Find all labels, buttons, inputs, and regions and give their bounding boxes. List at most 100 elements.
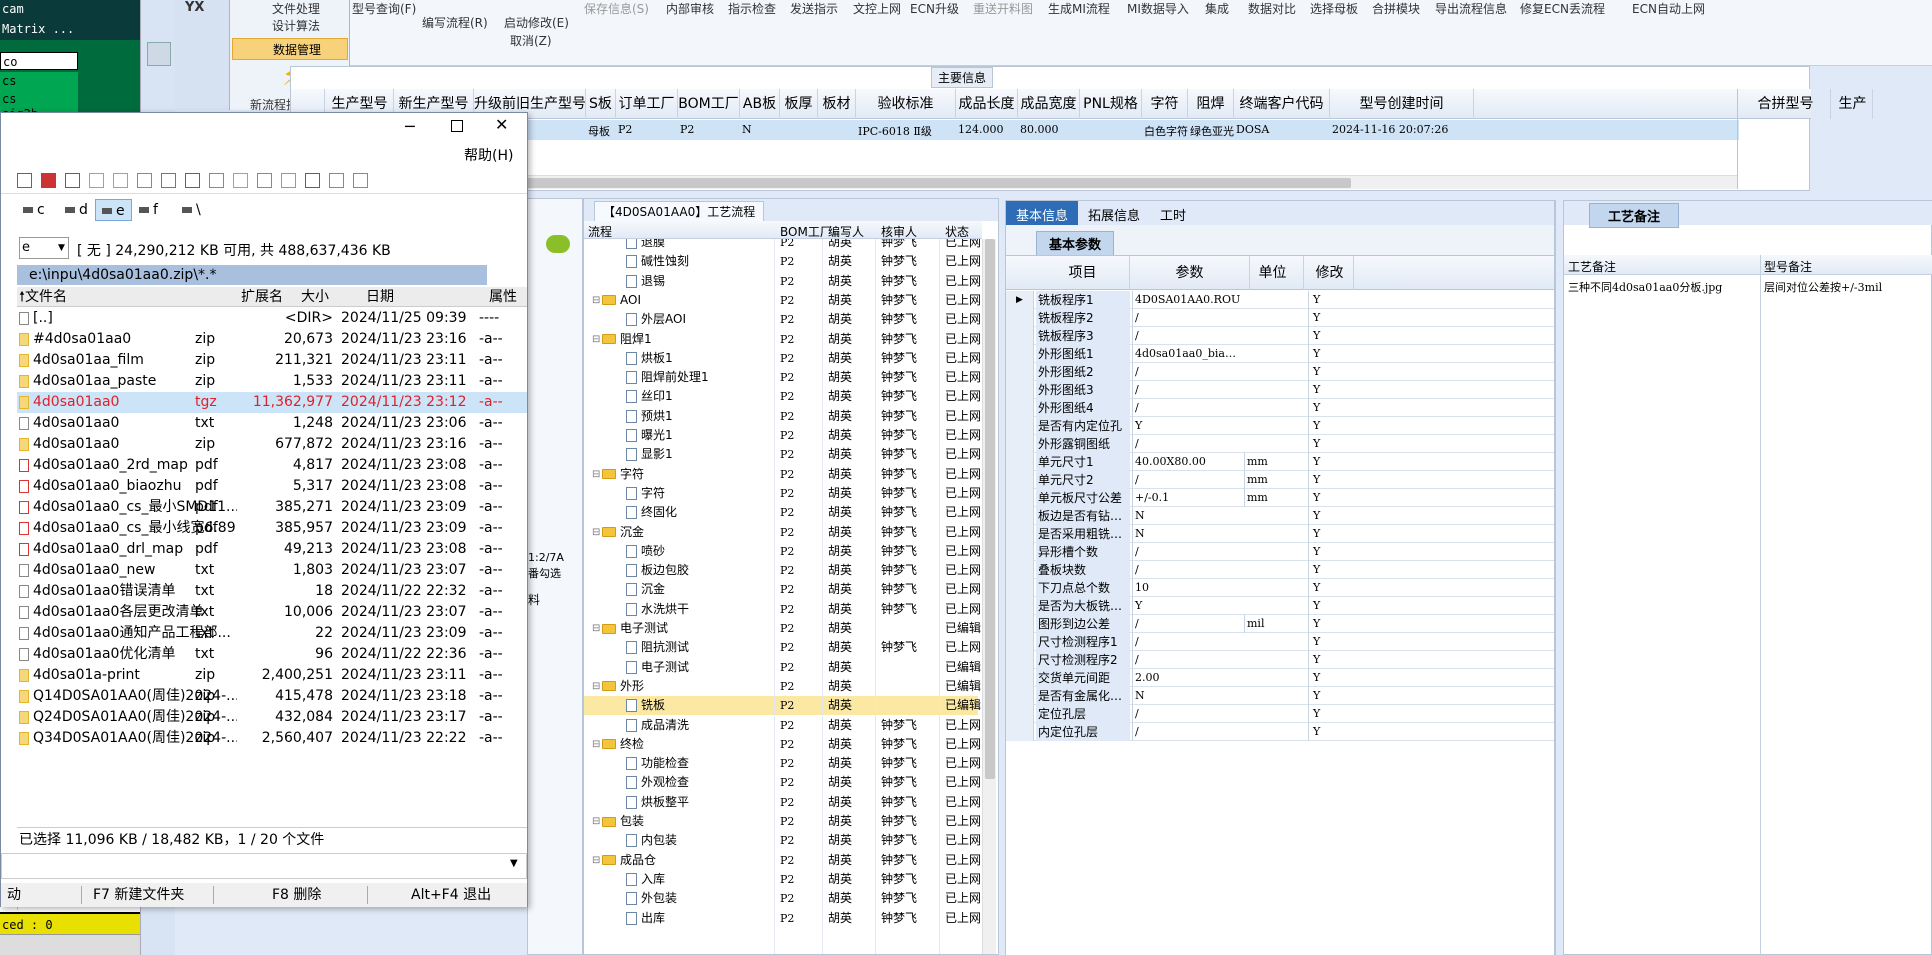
- drive-button-f[interactable]: f: [133, 199, 164, 221]
- process-tree-row[interactable]: 沉金 P2 胡英 钟梦飞 已上网: [584, 580, 981, 599]
- process-step[interactable]: 铣板: [626, 696, 774, 715]
- column-header[interactable]: PNL规格: [1080, 89, 1142, 119]
- param-value[interactable]: /: [1132, 399, 1242, 417]
- process-step[interactable]: 曝光1: [626, 426, 774, 445]
- ribbon-data-compare[interactable]: 数据对比: [1248, 0, 1296, 17]
- process-step[interactable]: 沉金: [626, 580, 774, 599]
- process-tree-row[interactable]: 入库 P2 胡英 钟梦飞 已上网: [584, 870, 981, 889]
- folder-item[interactable]: 包装: [602, 812, 774, 831]
- model-note-text[interactable]: 层间对位公差按+/-3mil: [1764, 279, 1924, 295]
- tree-toggle-icon[interactable]: ⊟: [592, 812, 600, 831]
- process-step[interactable]: 碱性蚀刻: [626, 252, 774, 271]
- column-header[interactable]: 阻焊: [1188, 89, 1234, 119]
- drive-button-root[interactable]: \: [176, 199, 207, 221]
- toolbar-icon[interactable]: [113, 173, 128, 188]
- column-header[interactable]: 成品宽度: [1018, 89, 1080, 119]
- param-row[interactable]: 是否有金属化半孔 N Y: [1006, 687, 1554, 705]
- side-menu-item[interactable]: 文件处理: [232, 0, 348, 16]
- ribbon-export-process[interactable]: 导出流程信息: [1435, 0, 1507, 17]
- param-value[interactable]: Y: [1132, 597, 1242, 615]
- column-header[interactable]: S板: [586, 89, 616, 119]
- col-header-date[interactable]: 日期: [366, 287, 394, 307]
- file-row[interactable]: 4d0sa01aa_paste zip 1,533 2024/11/23 23:11-…: [17, 371, 527, 392]
- process-col-header[interactable]: 编写人: [828, 223, 864, 240]
- param-row[interactable]: 外形图纸2/ Y: [1006, 363, 1554, 381]
- process-step[interactable]: 成品清洗: [626, 716, 774, 735]
- toolbar-icon[interactable]: [89, 173, 104, 188]
- process-step[interactable]: 外包装: [626, 889, 774, 908]
- param-value[interactable]: 10: [1132, 579, 1242, 597]
- param-row[interactable]: 是否采用粗铣+精铣N Y: [1006, 525, 1554, 543]
- column-header[interactable]: 字符: [1142, 89, 1188, 119]
- process-step[interactable]: 阻抗测试: [626, 638, 774, 657]
- tree-toggle-icon[interactable]: ⊟: [592, 465, 600, 484]
- folder-item[interactable]: 电子测试: [602, 619, 774, 638]
- param-row[interactable]: 外形图纸3/ Y: [1006, 381, 1554, 399]
- calculator-icon[interactable]: [147, 42, 171, 66]
- process-tree-row[interactable]: 阻抗测试 P2 胡英 钟梦飞 已上网: [584, 638, 981, 657]
- column-header[interactable]: 终端客户代码: [1234, 89, 1330, 119]
- process-tree-row[interactable]: 外层AOI P2 胡英 钟梦飞 已上网: [584, 310, 981, 329]
- process-tree-row[interactable]: ⊟ AOI P2 胡英 钟梦飞 已上网: [584, 291, 981, 310]
- param-value[interactable]: /: [1132, 705, 1242, 723]
- process-tree-row[interactable]: ⊟ 终检 P2 胡英 钟梦飞 已上网: [584, 735, 981, 754]
- tree-toggle-icon[interactable]: ⊟: [592, 619, 600, 638]
- param-value[interactable]: /: [1132, 723, 1242, 741]
- scrollbar-thumb[interactable]: [985, 239, 995, 779]
- process-col-header[interactable]: BOM工厂: [780, 223, 832, 240]
- tree-toggle-icon[interactable]: ⊟: [592, 291, 600, 310]
- process-step[interactable]: 电子测试: [626, 658, 774, 677]
- tree-toggle-icon[interactable]: ⊟: [592, 677, 600, 696]
- toolbar-icon[interactable]: [305, 173, 320, 188]
- param-row[interactable]: 尺寸检测程序1/ Y: [1006, 633, 1554, 651]
- param-value[interactable]: +/-0.1: [1132, 489, 1242, 507]
- tab-basic-info[interactable]: 基本信息: [1006, 201, 1079, 225]
- process-step[interactable]: 显影1: [626, 445, 774, 464]
- param-col-header[interactable]: 参数: [1130, 256, 1250, 290]
- tab-extended-info[interactable]: 拓展信息: [1078, 201, 1150, 225]
- file-row[interactable]: 4d0sa01aa0_biaozhu pdf 5,317 2024/11/23 23:…: [17, 476, 527, 497]
- process-tree-row[interactable]: 退膜 P2 胡英 钟梦飞 已上网: [584, 239, 981, 252]
- col-header-name[interactable]: 🠕文件名: [19, 287, 67, 307]
- param-row[interactable]: 异形槽个数 / Y: [1006, 543, 1554, 561]
- col-header-attr[interactable]: 属性: [489, 287, 517, 307]
- param-col-header[interactable]: 单位: [1242, 256, 1304, 290]
- process-tree-row[interactable]: 烘板1 P2 胡英 钟梦飞 已上网: [584, 349, 981, 368]
- process-step[interactable]: 喷砂: [626, 542, 774, 561]
- param-value[interactable]: /: [1132, 471, 1242, 489]
- drive-button-d[interactable]: d: [59, 199, 94, 221]
- file-row[interactable]: 4d0sa01aa0 zip 677,872 2024/11/23 23:16 -a--: [17, 434, 527, 455]
- process-step[interactable]: 板边包胶: [626, 561, 774, 580]
- process-tree-row[interactable]: 终固化 P2 胡英 钟梦飞 已上网: [584, 503, 981, 522]
- toolbar-icon[interactable]: [17, 173, 32, 188]
- function-key-button[interactable]: Alt+F4 退出: [405, 883, 497, 907]
- param-row[interactable]: 单元板尺寸公差 +/-0.1 mm Y: [1006, 489, 1554, 507]
- process-tree-row[interactable]: 出库 P2 胡英 钟梦飞 已上网: [584, 909, 981, 928]
- param-value[interactable]: /: [1132, 543, 1242, 561]
- column-header[interactable]: 生产: [1833, 89, 1873, 119]
- param-col-header[interactable]: 项目: [1036, 256, 1130, 290]
- process-col-header[interactable]: 核审人: [881, 223, 917, 240]
- param-value[interactable]: /: [1132, 381, 1242, 399]
- toolbar-icon[interactable]: [353, 173, 368, 188]
- param-value[interactable]: /: [1132, 561, 1242, 579]
- process-step[interactable]: 入库: [626, 870, 774, 889]
- param-row[interactable]: 内定位孔层 / Y: [1006, 723, 1554, 741]
- process-step[interactable]: 外层AOI: [626, 310, 774, 329]
- ribbon-generate-mi[interactable]: 生成MI流程: [1048, 0, 1110, 17]
- strip-item[interactable]: cs: [0, 90, 78, 108]
- process-step[interactable]: 字符: [626, 484, 774, 503]
- command-line[interactable]: ▼: [1, 853, 527, 879]
- param-row[interactable]: 外形图纸1 4d0sa01aa0_biaoz... Y: [1006, 345, 1554, 363]
- ribbon-save-info[interactable]: 保存信息(S): [584, 0, 649, 17]
- folder-item[interactable]: AOI: [602, 291, 774, 310]
- param-row[interactable]: 交货单元间距 2.00 Y: [1006, 669, 1554, 687]
- ribbon-integrate[interactable]: 集成: [1205, 0, 1229, 17]
- process-vscroll[interactable]: [982, 239, 996, 954]
- minimize-button[interactable]: ─: [405, 117, 415, 136]
- param-row[interactable]: 下刀点总个数 10 Y: [1006, 579, 1554, 597]
- process-tree-row[interactable]: 曝光1 P2 胡英 钟梦飞 已上网: [584, 426, 981, 445]
- column-header[interactable]: 验收标准: [856, 89, 956, 119]
- process-tree-row[interactable]: 电子测试 P2 胡英 已编辑: [584, 658, 981, 677]
- process-tree-row[interactable]: ⊟ 字符 P2 胡英 钟梦飞 已上网: [584, 465, 981, 484]
